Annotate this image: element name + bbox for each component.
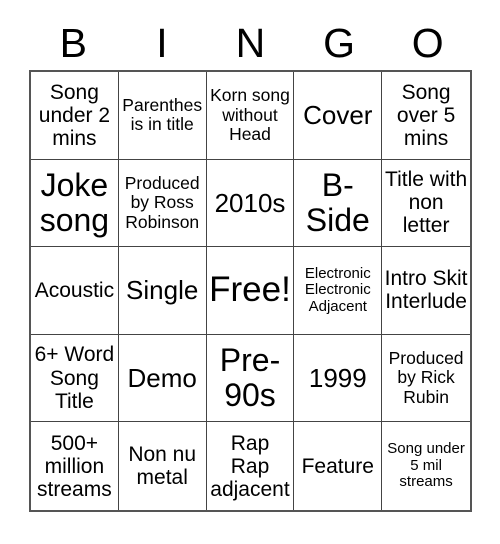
bingo-cell-label: Rap Rap adjacent: [210, 431, 290, 501]
bingo-card: B I N G O Song under 2 mins Parenthesis …: [0, 0, 500, 544]
bingo-cell-free[interactable]: Free!: [206, 247, 295, 335]
header-letter-b: B: [59, 19, 87, 66]
bingo-cell[interactable]: Parenthesis in title: [118, 72, 207, 160]
header-letter-i: I: [156, 19, 168, 66]
bingo-cell-label: 6+ Word Song Title: [34, 343, 115, 413]
bingo-cell-label: Acoustic: [34, 278, 115, 302]
bingo-cell[interactable]: B-Side: [294, 159, 383, 248]
bingo-cell-label: 2010s: [214, 187, 286, 218]
bingo-cell[interactable]: Song under 2 mins: [31, 72, 119, 160]
bingo-cell[interactable]: Korn song without Head: [206, 72, 295, 160]
bingo-cell-label: Single: [126, 275, 199, 306]
bingo-cell-label: Song over 5 mins: [396, 80, 456, 150]
bingo-cell-label: Joke song: [39, 166, 110, 238]
bingo-cell-label: Title with non letter: [385, 168, 468, 238]
bingo-cell-label: Cover: [303, 100, 373, 130]
bingo-cell-label: Produced by Rick Rubin: [388, 348, 464, 407]
bingo-cell-label: Non nu metal: [128, 443, 197, 490]
header-letter-o: O: [411, 19, 444, 66]
bingo-cell-label: Parenthesis in title: [122, 95, 203, 135]
bingo-cell[interactable]: Produced by Rick Rubin: [382, 334, 470, 423]
bingo-cell[interactable]: 500+ million streams: [31, 422, 119, 510]
bingo-cell-label: Song under 2 mins: [38, 80, 111, 150]
header-letter-n: N: [235, 19, 266, 66]
bingo-cell[interactable]: Single: [118, 247, 207, 335]
bingo-cell[interactable]: Rap Rap adjacent: [206, 422, 295, 510]
bingo-cell[interactable]: Feature: [294, 422, 383, 510]
bingo-cell[interactable]: Joke song: [31, 159, 119, 248]
bingo-grid: Song under 2 mins Parenthesis in title K…: [29, 70, 472, 512]
bingo-cell-label: Demo: [127, 362, 197, 393]
bingo-cell-label: Feature: [301, 454, 374, 478]
bingo-cell[interactable]: Song over 5 mins: [382, 72, 470, 160]
bingo-cell[interactable]: Cover: [294, 72, 383, 160]
bingo-cell-label: 1999: [308, 362, 367, 393]
bingo-cell[interactable]: 2010s: [206, 159, 295, 248]
bingo-cell-label: Korn song without Head: [210, 85, 290, 144]
bingo-cell[interactable]: Pre-90s: [206, 334, 295, 423]
bingo-cell-label: Intro Skit Interlude: [384, 267, 468, 314]
bingo-cell-label: Electronic Electronic Adjacent: [304, 264, 371, 315]
bingo-cell[interactable]: Produced by Ross Robinson: [118, 159, 207, 248]
bingo-cell-label: Pre-90s: [219, 341, 281, 414]
bingo-cell[interactable]: 6+ Word Song Title: [31, 334, 119, 423]
header-letter-g: G: [323, 19, 356, 66]
bingo-cell[interactable]: Acoustic: [31, 247, 119, 335]
bingo-cell-label: B-Side: [305, 166, 370, 238]
bingo-cell-label: 500+ million streams: [37, 431, 112, 501]
bingo-header: B I N G O: [29, 16, 472, 70]
bingo-cell[interactable]: 1999: [294, 334, 383, 423]
bingo-cell-label: Free!: [209, 270, 291, 310]
bingo-cell[interactable]: Demo: [118, 334, 207, 423]
bingo-cell[interactable]: Song under 5 mil streams: [382, 422, 470, 510]
bingo-cell-label: Song under 5 mil streams: [387, 440, 465, 491]
bingo-cell[interactable]: Intro Skit Interlude: [382, 247, 470, 335]
bingo-cell[interactable]: Non nu metal: [118, 422, 207, 510]
bingo-cell[interactable]: Electronic Electronic Adjacent: [294, 247, 383, 335]
bingo-cell-label: Produced by Ross Robinson: [124, 173, 200, 232]
bingo-cell[interactable]: Title with non letter: [382, 159, 470, 248]
